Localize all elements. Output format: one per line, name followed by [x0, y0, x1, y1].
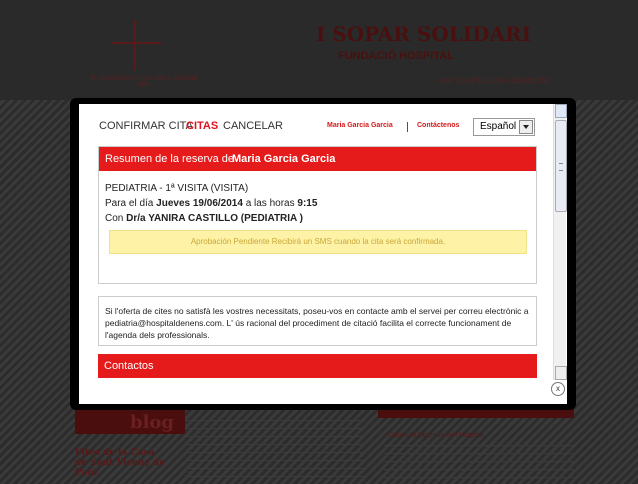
appointment-time: 9:15 [297, 198, 318, 209]
nav-confirmar-cita[interactable]: CONFIRMAR CITA [99, 120, 193, 132]
background-blog-label: blog [130, 412, 175, 433]
appointment-modal: CONFIRMAR CITA CITAS CANCELAR Maria Garc… [79, 104, 567, 404]
nav-citas[interactable]: CITAS [186, 120, 218, 132]
background-title: I SOPAR SOLIDARI [316, 22, 531, 46]
when-prefix: Para el día [105, 198, 154, 209]
link-separator [407, 122, 408, 132]
modal-topbar: CONFIRMAR CITA CITAS CANCELAR Maria Garc… [99, 118, 539, 138]
contactos-header[interactable]: Contactos [98, 354, 537, 378]
background-nav: CAT | CASTELLANO | CONTACTE [440, 78, 550, 85]
chevron-down-icon [523, 125, 529, 129]
background-logo-text: FUNDACIÓ HOSPITAL SANT JOAN DE DÉU [90, 76, 198, 88]
when-mid: a las horas [245, 198, 295, 209]
language-select[interactable]: Español [473, 118, 535, 136]
modal-scrollbar[interactable] [553, 104, 567, 380]
scroll-down-button[interactable] [555, 366, 567, 380]
background-subtitle: FUNDACIÓ HOSPITAL [338, 50, 454, 62]
background-bottom-title: Fites de la Casa de Sant Vicenç de Paül [75, 448, 165, 478]
contact-link[interactable]: Contáctenos [417, 122, 459, 129]
scroll-up-button[interactable] [555, 104, 567, 118]
summary-header-prefix: Resumen de la reserva de [105, 153, 235, 165]
dropdown-button[interactable] [519, 120, 533, 134]
background-text-lines [185, 420, 365, 480]
language-selected-value: Español [480, 121, 517, 132]
grip-icon [559, 163, 563, 171]
user-name-link[interactable]: Maria Garcia Garcia [327, 122, 393, 129]
doctor-line: Con Dr/a YANIRA CASTILLO (PEDIATRIA ) [105, 213, 303, 224]
scrollbar-thumb[interactable] [555, 120, 567, 212]
summary-header: Resumen de la reserva de Maria Garcia Ga… [99, 147, 536, 171]
nav-cancelar[interactable]: CANCELAR [223, 120, 283, 132]
contactos-label: Contactos [104, 360, 154, 372]
reservation-summary-box: Resumen de la reserva de Maria Garcia Ga… [98, 146, 537, 284]
background-bottom-link: • Consulta l'agenda de l'Hospital [384, 432, 485, 439]
info-text: Si l'oferta de cites no satisfà les vost… [105, 306, 529, 340]
doctor-prefix: Con [105, 213, 124, 224]
close-button[interactable]: x [551, 382, 565, 396]
doctor-name: Dr/a YANIRA CASTILLO (PEDIATRIA ) [126, 213, 304, 224]
info-box: Si l'oferta de cites no satisfà les vost… [98, 296, 537, 346]
service-text: PEDIATRIA - 1ª VISITA (VISITA) [105, 183, 249, 194]
summary-header-name: Maria Garcia Garcia [232, 153, 336, 165]
modal-content: CONFIRMAR CITA CITAS CANCELAR Maria Garc… [79, 104, 553, 404]
background-text-lines-2 [384, 445, 574, 480]
background-logo-icon [112, 20, 162, 70]
appointment-when: Para el día Jueves 19/06/2014 a las hora… [105, 198, 317, 209]
pending-approval-notice: Aprobación Pendiente Recibirá un SMS cua… [109, 230, 527, 254]
appointment-date: Jueves 19/06/2014 [156, 198, 243, 209]
pending-approval-text: Aprobación Pendiente Recibirá un SMS cua… [190, 237, 446, 246]
